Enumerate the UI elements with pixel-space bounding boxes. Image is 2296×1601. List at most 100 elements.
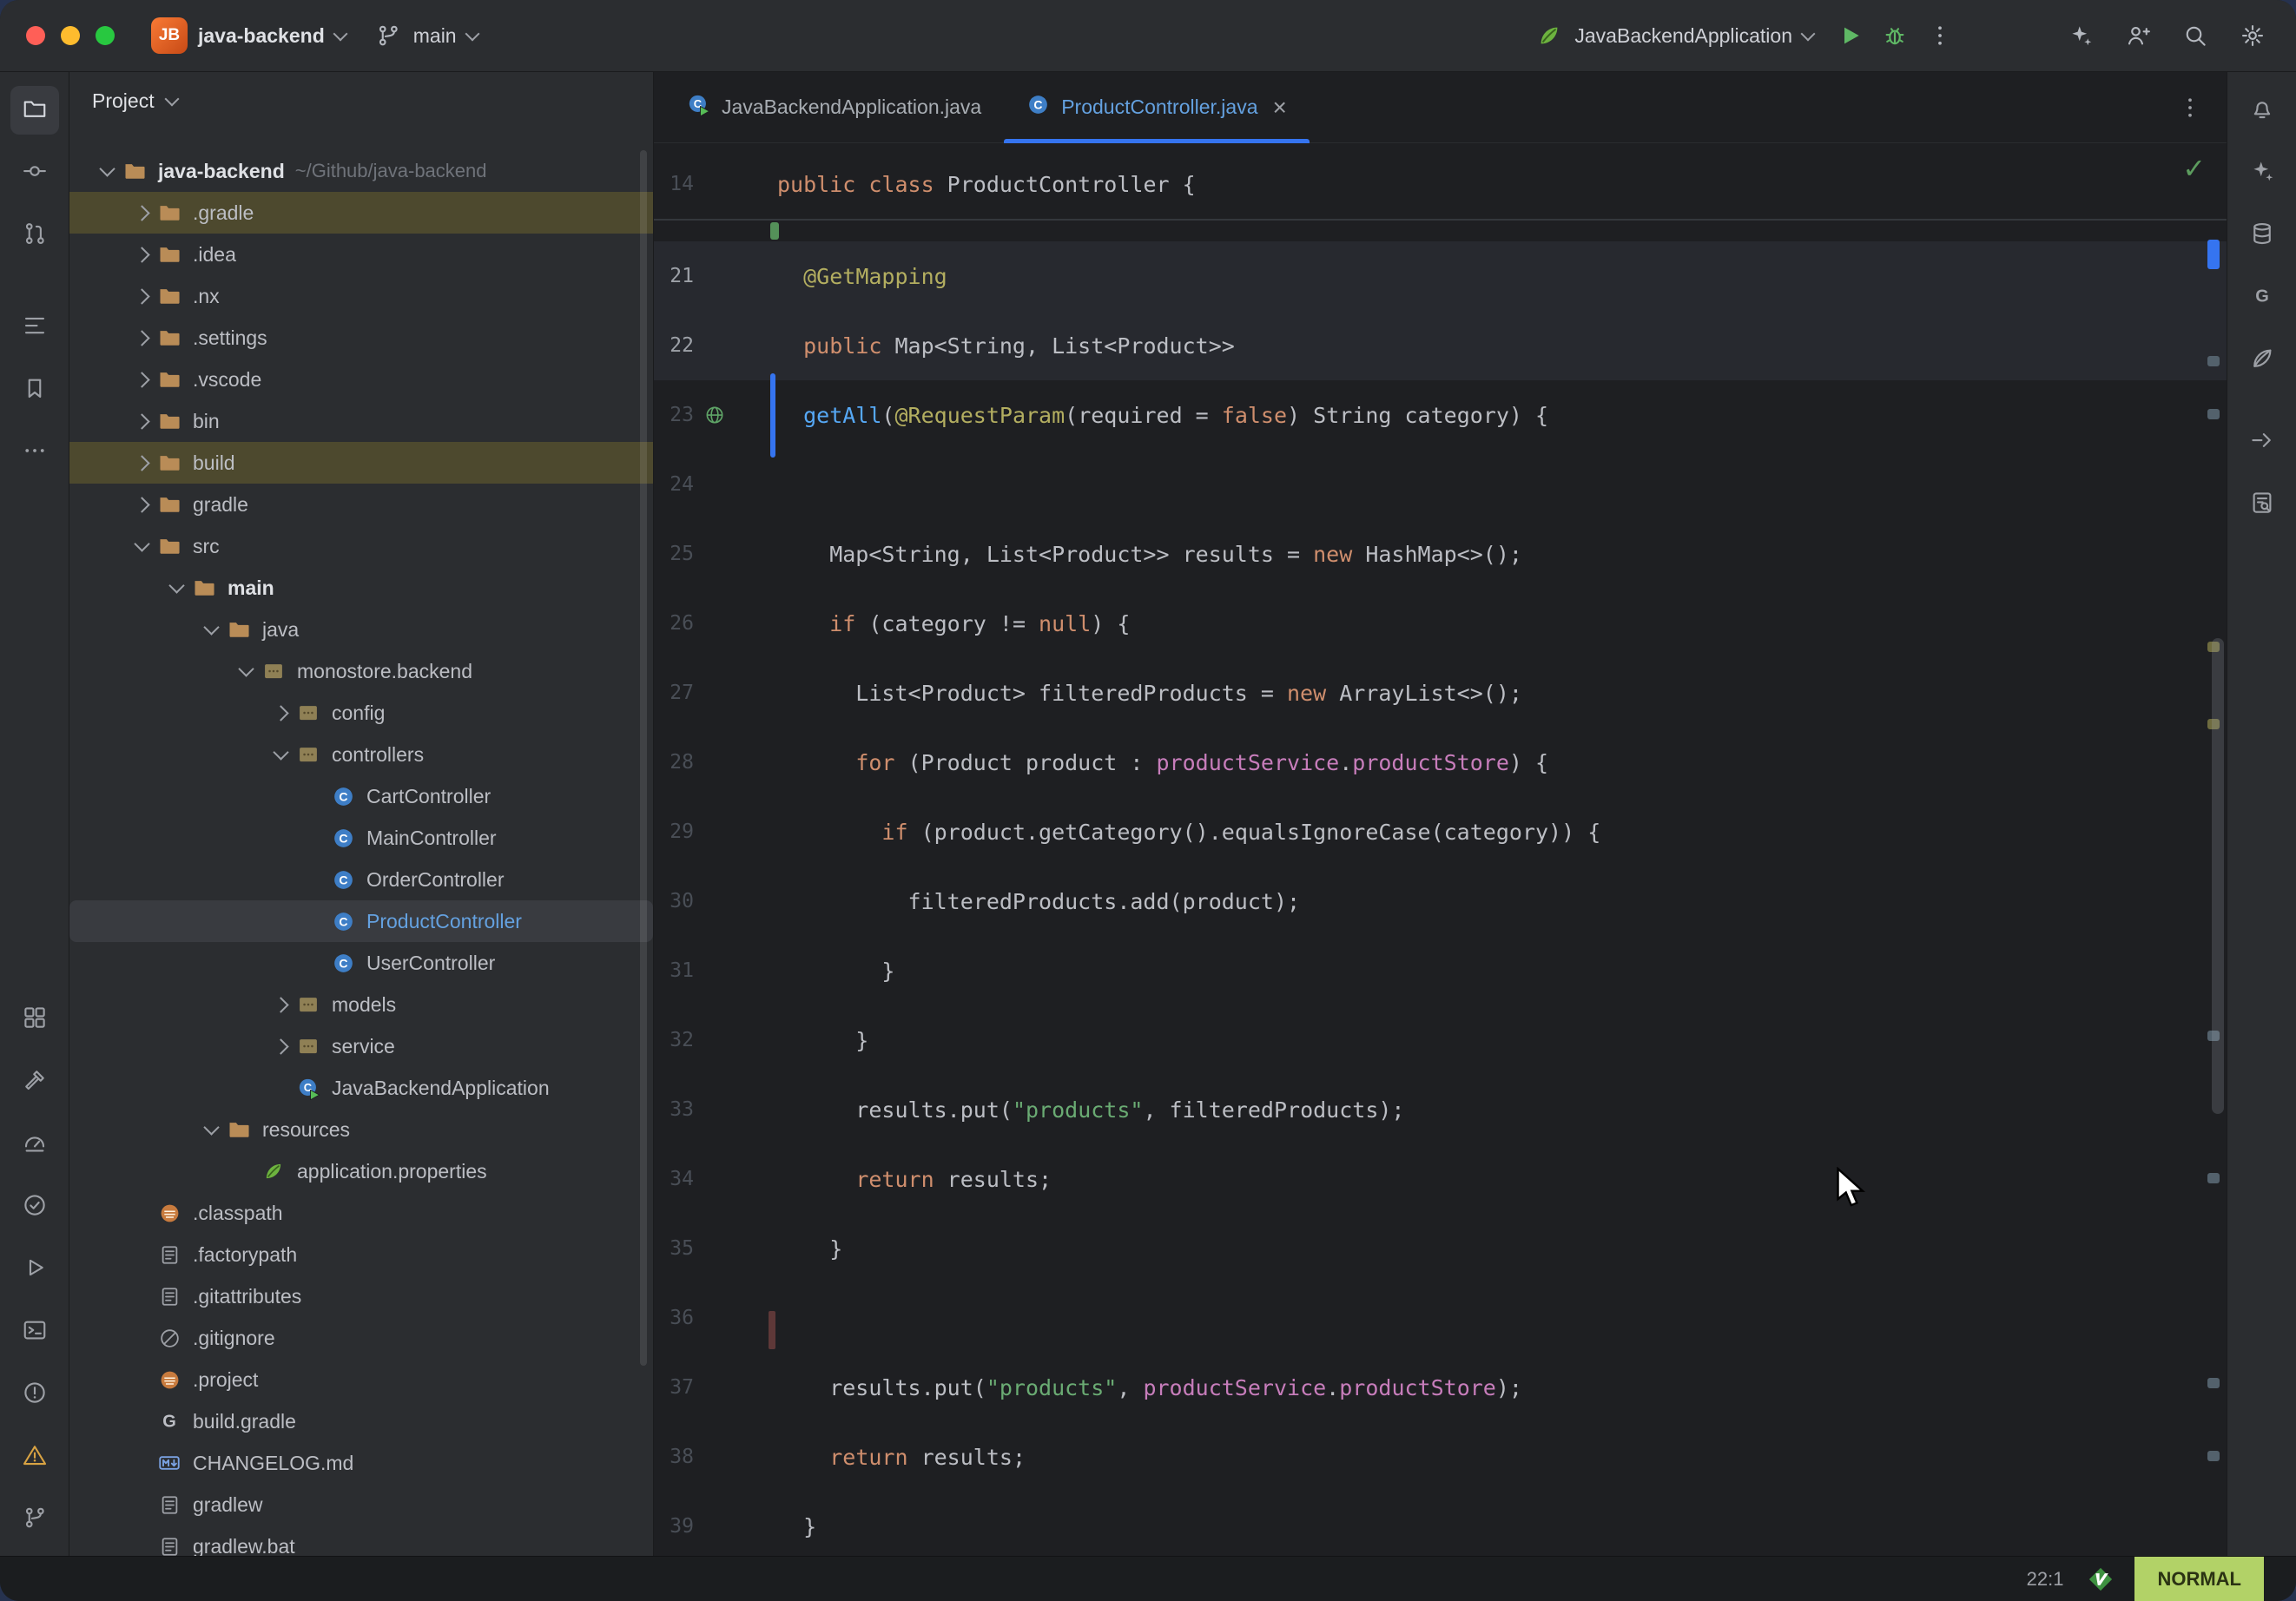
tree-item-application-properties[interactable]: application.properties <box>69 1150 653 1192</box>
tree-item-src[interactable]: src <box>69 525 653 567</box>
tree-item-maincontroller[interactable]: CMainController <box>69 817 653 859</box>
project-widget[interactable]: JB java-backend <box>137 10 360 61</box>
tree-item-gradlew-bat[interactable]: gradlew.bat <box>69 1525 653 1556</box>
code-line-28[interactable]: 28 for (Product product : productService… <box>654 728 2227 797</box>
tree-item-gradlew[interactable]: gradlew <box>69 1484 653 1525</box>
tree-item--classpath[interactable]: .classpath <box>69 1192 653 1234</box>
tool-button-project-folder[interactable] <box>10 86 59 135</box>
tree-item--gitignore[interactable]: .gitignore <box>69 1317 653 1359</box>
tree-item-cartcontroller[interactable]: CCartController <box>69 775 653 817</box>
tree-item-monostore-backend[interactable]: monostore.backend <box>69 650 653 692</box>
project-panel-header[interactable]: Project <box>69 72 653 129</box>
code-line-39[interactable]: 39 } <box>654 1492 2227 1556</box>
tree-item--gitattributes[interactable]: .gitattributes <box>69 1275 653 1317</box>
chevron-down-icon[interactable] <box>273 744 288 760</box>
code-line-38[interactable]: 38 return results; <box>654 1422 2227 1492</box>
tool-button-terminal[interactable] <box>10 1308 59 1356</box>
search-everywhere-button[interactable] <box>2173 13 2218 58</box>
tool-button-bean[interactable] <box>2238 336 2286 385</box>
code-line-25[interactable]: 25 Map<String, List<Product>> results = … <box>654 519 2227 589</box>
debug-button[interactable] <box>1872 13 1917 58</box>
tree-item--gradle[interactable]: .gradle <box>69 192 653 234</box>
chevron-down-icon[interactable] <box>203 1119 219 1135</box>
tool-button-commit[interactable] <box>10 148 59 197</box>
code-line-35[interactable]: 35 } <box>654 1214 2227 1283</box>
branch-widget[interactable]: main <box>360 14 492 57</box>
settings-button[interactable] <box>2230 13 2275 58</box>
endpoint-gutter-icon[interactable] <box>694 404 736 426</box>
tree-item-build-gradle[interactable]: Gbuild.gradle <box>69 1400 653 1442</box>
chevron-right-icon[interactable] <box>134 372 149 387</box>
chevron-down-icon[interactable] <box>238 661 254 676</box>
chevron-right-icon[interactable] <box>273 997 288 1012</box>
code-line-26[interactable]: 26 if (category != null) { <box>654 589 2227 658</box>
tree-item-usercontroller[interactable]: CUserController <box>69 942 653 984</box>
tool-button-documentation[interactable] <box>2238 480 2286 529</box>
tool-button-todo[interactable] <box>10 1183 59 1231</box>
tree-item--nx[interactable]: .nx <box>69 275 653 317</box>
caret-position-widget[interactable]: 22:1 <box>2027 1568 2064 1591</box>
tab-options-button[interactable] <box>2171 89 2209 127</box>
run-button[interactable] <box>1827 13 1872 58</box>
tab-productcontroller-java[interactable]: CProductController.java× <box>1004 72 1310 142</box>
chevron-right-icon[interactable] <box>273 705 288 721</box>
tool-button-endpoints[interactable] <box>2238 418 2286 466</box>
tool-button-ai-assistant[interactable] <box>2238 148 2286 197</box>
tree-item--idea[interactable]: .idea <box>69 234 653 275</box>
tree-item--settings[interactable]: .settings <box>69 317 653 359</box>
chevron-right-icon[interactable] <box>134 497 149 512</box>
tree-item-config[interactable]: config <box>69 692 653 734</box>
more-run-options-button[interactable] <box>1917 13 1963 58</box>
chevron-down-icon[interactable] <box>134 536 149 551</box>
code-line-29[interactable]: 29 if (product.getCategory().equalsIgnor… <box>654 797 2227 866</box>
tool-button-profiler[interactable] <box>10 1120 59 1169</box>
code-line-34[interactable]: 34 return results; <box>654 1144 2227 1214</box>
close-window-button[interactable] <box>26 26 45 45</box>
code-line-21[interactable]: 21 @GetMapping <box>654 241 2227 311</box>
tree-item--project[interactable]: .project <box>69 1359 653 1400</box>
code-line-31[interactable]: 31 } <box>654 936 2227 1005</box>
code-line-33[interactable]: 33 results.put("products", filteredProdu… <box>654 1075 2227 1144</box>
code-line-37[interactable]: 37 results.put("products", productServic… <box>654 1353 2227 1422</box>
inspections-ok-icon[interactable]: ✓ <box>2182 152 2206 185</box>
code-line-32[interactable]: 32 } <box>654 1005 2227 1075</box>
tree-item-java[interactable]: java <box>69 609 653 650</box>
chevron-right-icon[interactable] <box>134 455 149 471</box>
chevron-down-icon[interactable] <box>168 577 184 593</box>
editor[interactable]: 14public class ProductController { 21 @Ge… <box>654 144 2227 1556</box>
code-with-me-button[interactable] <box>2115 13 2161 58</box>
chevron-right-icon[interactable] <box>134 205 149 221</box>
tool-button-build[interactable] <box>10 1057 59 1106</box>
code-line-30[interactable]: 30 filteredProducts.add(product); <box>654 866 2227 936</box>
tool-button-more[interactable] <box>10 428 59 477</box>
chevron-right-icon[interactable] <box>134 247 149 262</box>
code-line-27[interactable]: 27 List<Product> filteredProducts = new … <box>654 658 2227 728</box>
code-line-22[interactable]: 22 public Map<String, List<Product>> <box>654 311 2227 380</box>
tree-item-models[interactable]: models <box>69 984 653 1025</box>
code-line-14[interactable]: 14public class ProductController { <box>654 149 2227 221</box>
chevron-right-icon[interactable] <box>134 330 149 346</box>
tool-button-services[interactable] <box>10 995 59 1044</box>
tool-button-gradle[interactable]: G <box>2238 273 2286 322</box>
tree-item-gradle[interactable]: gradle <box>69 484 653 525</box>
tree-item--vscode[interactable]: .vscode <box>69 359 653 400</box>
tree-item-changelog-md[interactable]: CHANGELOG.md <box>69 1442 653 1484</box>
tool-button-warnings[interactable] <box>10 1433 59 1481</box>
code-line-24[interactable]: 24 <box>654 450 2227 519</box>
tree-item-javabackendapplication[interactable]: CJavaBackendApplication <box>69 1067 653 1109</box>
tree-scrollbar[interactable] <box>640 150 647 1366</box>
tree-item-controllers[interactable]: controllers <box>69 734 653 775</box>
tool-button-version-control[interactable] <box>10 1495 59 1544</box>
zoom-window-button[interactable] <box>96 26 115 45</box>
tree-item-service[interactable]: service <box>69 1025 653 1067</box>
code-line-36[interactable]: 36 <box>654 1283 2227 1353</box>
tool-button-pull-requests[interactable] <box>10 211 59 260</box>
minimize-window-button[interactable] <box>61 26 80 45</box>
tool-button-bookmarks[interactable] <box>10 366 59 414</box>
run-config-widget[interactable]: JavaBackendApplication <box>1521 14 1827 57</box>
chevron-right-icon[interactable] <box>134 288 149 304</box>
tree-item-bin[interactable]: bin <box>69 400 653 442</box>
tool-button-problems[interactable] <box>10 1370 59 1419</box>
tab-javabackendapplication-java[interactable]: CJavaBackendApplication.java <box>664 72 1004 142</box>
tree-item-ordercontroller[interactable]: COrderController <box>69 859 653 900</box>
